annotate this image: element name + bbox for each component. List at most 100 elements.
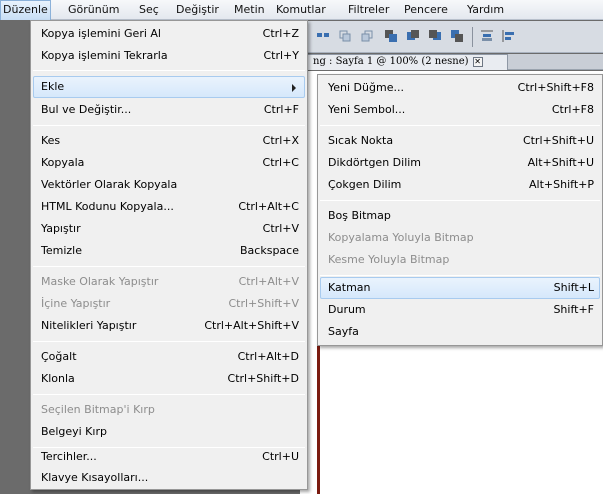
menu-item-label: Vektörler Olarak Kopyala bbox=[41, 178, 178, 191]
menu-item-label: Klonla bbox=[41, 372, 75, 385]
menu-view[interactable]: Görünüm bbox=[66, 0, 121, 20]
menu-item-label: Kopya işlemini Geri Al bbox=[41, 27, 161, 40]
menu-item-shortcut: Ctrl+Shift+U bbox=[522, 134, 594, 147]
menu-item-shortcut: Ctrl+Alt+D bbox=[237, 350, 299, 363]
menu-item-label: Sayfa bbox=[328, 325, 359, 338]
menu-item-page[interactable]: Sayfa bbox=[320, 321, 600, 343]
menu-item-copy-html[interactable]: HTML Kodunu Kopyala... Ctrl+Alt+C bbox=[33, 196, 305, 218]
send-backward-icon[interactable] bbox=[428, 29, 442, 43]
align-icon[interactable] bbox=[480, 29, 494, 43]
menu-text[interactable]: Metin bbox=[232, 0, 267, 20]
menu-separator bbox=[320, 200, 600, 201]
menu-item-preferences[interactable]: Tercihler... Ctrl+U bbox=[33, 446, 305, 468]
insert-submenu: Yeni Düğme... Ctrl+Shift+F8 Yeni Sembol..… bbox=[317, 74, 603, 346]
menu-select[interactable]: Seç bbox=[137, 0, 161, 20]
menu-item-copy-vectors[interactable]: Vektörler Olarak Kopyala bbox=[33, 174, 305, 196]
menu-item-label: Yapıştır bbox=[41, 222, 81, 235]
menu-item-label: Sıcak Nokta bbox=[328, 134, 394, 147]
menu-item-label: Bul ve Değiştir... bbox=[41, 103, 132, 116]
menu-item-keyboard-shortcuts[interactable]: Klavye Kısayolları... bbox=[33, 467, 305, 489]
menu-separator bbox=[33, 70, 305, 71]
menu-item-label: Yeni Sembol... bbox=[328, 103, 406, 116]
menu-item-polygon-slice[interactable]: Çokgen Dilim Alt+Shift+P bbox=[320, 174, 600, 196]
menu-item-new-button[interactable]: Yeni Düğme... Ctrl+Shift+F8 bbox=[320, 77, 600, 99]
menu-item-label: Klavye Kısayolları... bbox=[41, 471, 149, 484]
menu-item-label: Belgeyi Kırp bbox=[41, 425, 107, 438]
menu-item-label: Tercihler... bbox=[41, 450, 97, 463]
menu-item-label: Boş Bitmap bbox=[328, 209, 391, 222]
menu-item-label: Maske Olarak Yapıştır bbox=[41, 275, 159, 288]
menu-item-undo[interactable]: Kopya işlemini Geri Al Ctrl+Z bbox=[33, 23, 305, 45]
document-tab[interactable]: ng : Sayfa 1 @ 100% (2 nesne) ✕ bbox=[300, 54, 508, 70]
group-icon[interactable] bbox=[316, 29, 330, 43]
menu-item-rectangle-slice[interactable]: Dikdörtgen Dilim Alt+Shift+U bbox=[320, 152, 600, 174]
menu-item-redo[interactable]: Kopya işlemini Tekrarla Ctrl+Y bbox=[33, 45, 305, 67]
menu-item-shortcut: Ctrl+V bbox=[262, 222, 299, 235]
menu-item-label: Dikdörtgen Dilim bbox=[328, 156, 422, 169]
menu-separator bbox=[33, 341, 305, 342]
menu-item-empty-bitmap[interactable]: Boş Bitmap bbox=[320, 205, 600, 227]
menu-item-clone[interactable]: Klonla Ctrl+Shift+D bbox=[33, 368, 305, 390]
menu-item-label: Çoğalt bbox=[41, 350, 77, 363]
menu-separator bbox=[33, 266, 305, 267]
menu-item-label: Kopyala bbox=[41, 156, 85, 169]
menu-item-label: Seçilen Bitmap'i Kırp bbox=[41, 403, 155, 416]
menu-item-duplicate[interactable]: Çoğalt Ctrl+Alt+D bbox=[33, 346, 305, 368]
menu-item-crop-document[interactable]: Belgeyi Kırp bbox=[33, 421, 305, 443]
edit-menu: Kopya işlemini Geri Al Ctrl+Z Kopya işlem… bbox=[30, 20, 308, 490]
menu-item-cut[interactable]: Kes Ctrl+X bbox=[33, 130, 305, 152]
menu-item-shortcut: Ctrl+Shift+D bbox=[227, 372, 299, 385]
menu-modify[interactable]: Değiştir bbox=[174, 0, 221, 20]
menu-item-label: Temizle bbox=[41, 244, 82, 257]
menu-window[interactable]: Pencere bbox=[402, 0, 450, 20]
menu-item-bitmap-via-copy: Kopyalama Yoluyla Bitmap bbox=[320, 227, 600, 249]
menu-item-hotspot[interactable]: Sıcak Nokta Ctrl+Shift+U bbox=[320, 130, 600, 152]
submenu-arrow-icon bbox=[292, 84, 296, 92]
send-to-back-icon[interactable] bbox=[450, 29, 464, 43]
menu-item-shortcut: Ctrl+F8 bbox=[551, 103, 594, 116]
menu-item-clear[interactable]: Temizle Backspace bbox=[33, 240, 305, 262]
menu-edit[interactable]: Düzenle bbox=[0, 0, 51, 20]
menu-item-copy[interactable]: Kopyala Ctrl+C bbox=[33, 152, 305, 174]
menu-item-shortcut: Alt+Shift+P bbox=[529, 178, 594, 191]
menu-item-shortcut: Alt+Shift+U bbox=[527, 156, 594, 169]
menu-item-shortcut: Ctrl+Alt+V bbox=[238, 275, 299, 288]
menu-separator bbox=[33, 125, 305, 126]
menu-item-find-replace[interactable]: Bul ve Değiştir... Ctrl+F bbox=[33, 99, 305, 121]
modify-toolbar bbox=[300, 21, 603, 53]
menu-item-layer[interactable]: Katman Shift+L bbox=[320, 277, 600, 299]
menu-item-paste[interactable]: Yapıştır Ctrl+V bbox=[33, 218, 305, 240]
menu-item-shortcut: Ctrl+Shift+F8 bbox=[517, 81, 594, 94]
menu-item-bitmap-via-cut: Kesme Yoluyla Bitmap bbox=[320, 249, 600, 271]
menu-item-shortcut: Ctrl+C bbox=[262, 156, 299, 169]
menu-item-paste-as-mask: Maske Olarak Yapıştır Ctrl+Alt+V bbox=[33, 271, 305, 293]
menu-item-shortcut: Ctrl+F bbox=[263, 103, 299, 116]
menu-item-shortcut: Ctrl+Alt+Shift+V bbox=[204, 319, 299, 332]
menu-item-shortcut: Ctrl+Z bbox=[262, 27, 299, 40]
menu-item-label: Kopyalama Yoluyla Bitmap bbox=[328, 231, 474, 244]
menu-item-state[interactable]: Durum Shift+F bbox=[320, 299, 600, 321]
menu-item-paste-attributes[interactable]: Nitelikleri Yapıştır Ctrl+Alt+Shift+V bbox=[33, 315, 305, 337]
menu-item-label: Nitelikleri Yapıştır bbox=[41, 319, 137, 332]
menu-help[interactable]: Yardım bbox=[465, 0, 506, 20]
menu-item-label: Durum bbox=[328, 303, 366, 316]
menu-filters[interactable]: Filtreler bbox=[346, 0, 391, 20]
align-left-icon[interactable] bbox=[502, 29, 516, 43]
menu-item-shortcut: Backspace bbox=[240, 244, 299, 257]
close-icon[interactable]: ✕ bbox=[472, 56, 483, 67]
menu-item-shortcut: Shift+F bbox=[553, 303, 594, 316]
menu-item-label: Ekle bbox=[41, 80, 65, 93]
menu-separator bbox=[320, 275, 600, 276]
menu-item-new-symbol[interactable]: Yeni Sembol... Ctrl+F8 bbox=[320, 99, 600, 121]
menu-item-crop-bitmap: Seçilen Bitmap'i Kırp bbox=[33, 399, 305, 421]
join-icon[interactable] bbox=[360, 29, 374, 43]
menu-item-shortcut: Ctrl+X bbox=[262, 134, 299, 147]
menu-item-insert[interactable]: Ekle bbox=[33, 76, 305, 98]
menu-item-label: Çokgen Dilim bbox=[328, 178, 402, 191]
menu-bar: Düzenle Görünüm Seç Değiştir Metin Komut… bbox=[0, 0, 603, 20]
menu-commands[interactable]: Komutlar bbox=[274, 0, 328, 20]
ungroup-icon[interactable] bbox=[338, 29, 352, 43]
menu-item-shortcut: Ctrl+U bbox=[262, 450, 299, 463]
bring-to-front-icon[interactable] bbox=[384, 29, 398, 43]
bring-forward-icon[interactable] bbox=[406, 29, 420, 43]
